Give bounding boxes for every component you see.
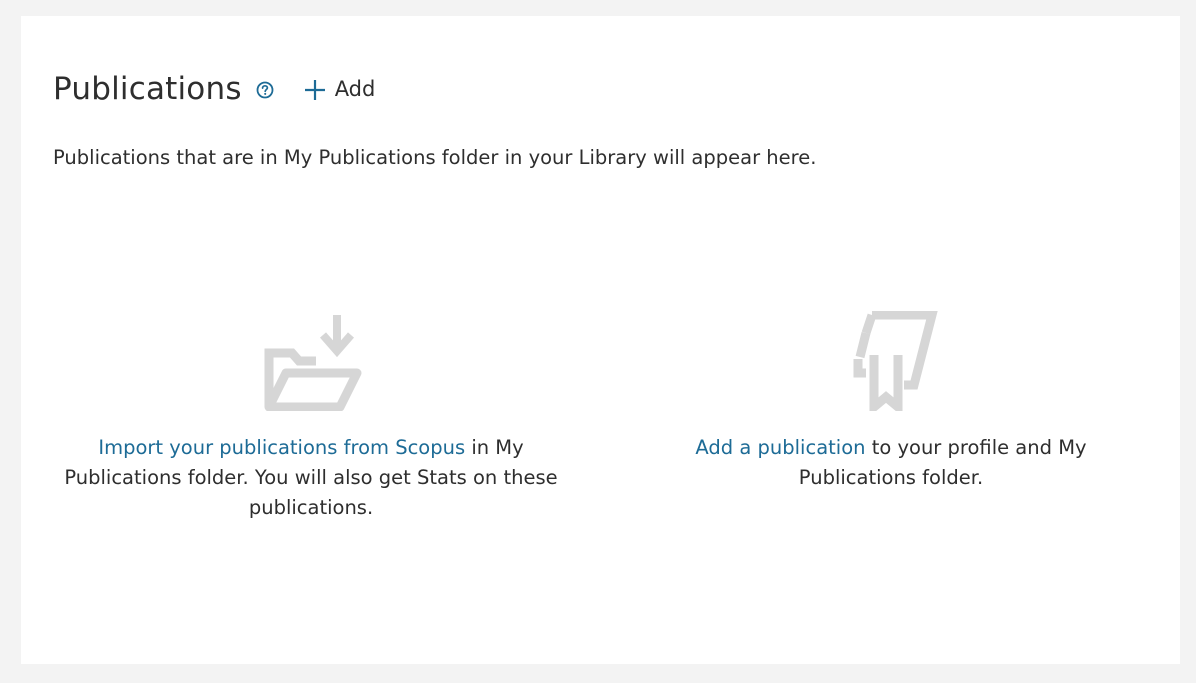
import-option: Import your publications from Scopus in … xyxy=(45,311,577,523)
help-circle-icon[interactable] xyxy=(256,81,274,99)
import-from-scopus-link[interactable]: Import your publications from Scopus xyxy=(98,436,465,459)
add-option: Add a publication to your profile and My… xyxy=(638,311,1144,493)
plus-icon xyxy=(304,79,326,101)
publications-card: Publications Add Publications that are i… xyxy=(21,16,1180,664)
publications-header: Publications Add xyxy=(53,66,375,112)
intro-text: Publications that are in My Publications… xyxy=(53,146,817,169)
folder-import-icon xyxy=(45,311,577,411)
add-publication-link[interactable]: Add a publication xyxy=(695,436,865,459)
add-label: Add xyxy=(334,77,376,101)
import-option-text: Import your publications from Scopus in … xyxy=(45,433,577,523)
add-publication-button[interactable]: Add xyxy=(304,77,376,101)
certificate-ribbon-icon xyxy=(638,311,1144,411)
add-option-text: Add a publication to your profile and My… xyxy=(638,433,1144,493)
page-title: Publications xyxy=(53,71,242,107)
